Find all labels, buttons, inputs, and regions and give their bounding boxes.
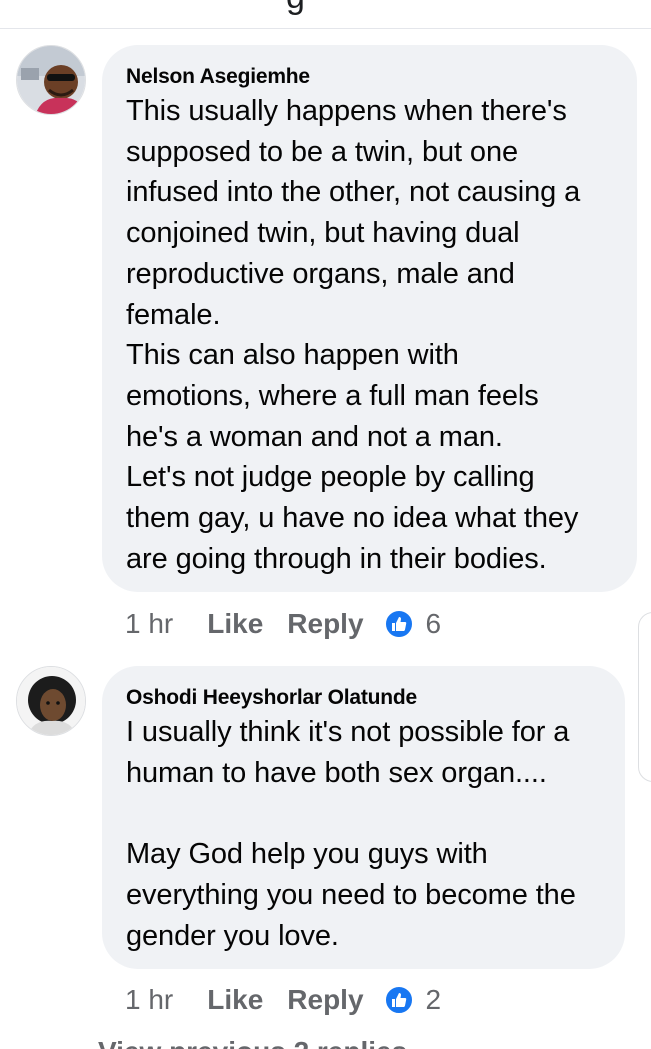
comment-line: supposed to be a twin, but one: [126, 135, 519, 168]
comment-line: reproductive organs, male and: [126, 257, 515, 290]
comment-line: May God help you guys with: [126, 838, 488, 871]
view-previous-replies-link[interactable]: View previous 2 replies: [98, 1036, 407, 1049]
comment-line: Let's not judge people by calling: [126, 461, 535, 494]
comment-timestamp[interactable]: 1 hr: [125, 984, 173, 1016]
side-panel-edge: [638, 612, 651, 782]
reply-button[interactable]: Reply: [287, 608, 363, 640]
reaction-count[interactable]: 2: [426, 984, 442, 1016]
comment-author[interactable]: Oshodi Heeyshorlar Olatunde: [126, 684, 601, 712]
comment-text: This usually happens when there's suppos…: [126, 91, 613, 579]
comment-line: emotions, where a full man feels: [126, 379, 539, 412]
avatar[interactable]: [16, 45, 86, 115]
like-thumb-icon[interactable]: [383, 985, 414, 1015]
comment-line: conjoined twin, but having dual: [126, 217, 520, 250]
avatar[interactable]: [16, 666, 86, 736]
comment-line: gender you love.: [126, 919, 339, 952]
avatar-photo-icon: [17, 667, 85, 735]
comment-text: I usually think it's not possible for a …: [126, 712, 601, 956]
comment-line: infused into the other, not causing a: [126, 176, 581, 209]
comment-timestamp[interactable]: 1 hr: [125, 608, 173, 640]
comment-actions: 1 hr Like Reply 6: [125, 604, 441, 644]
comment-actions: 1 hr Like Reply 2: [125, 980, 441, 1020]
avatar-photo-icon: [17, 46, 85, 114]
comment-bubble: Nelson Asegiemhe This usually happens wh…: [102, 45, 637, 592]
comment-line: are going through in their bodies.: [126, 542, 547, 575]
comment-line: This can also happen with: [126, 339, 459, 372]
comment-line: everything you need to become the: [126, 878, 576, 911]
comment-line: female.: [126, 298, 221, 331]
reply-button[interactable]: Reply: [287, 984, 363, 1016]
comment-author[interactable]: Nelson Asegiemhe: [126, 63, 613, 91]
comment-blank-line: [126, 793, 601, 834]
comment-line: he's a woman and not a man.: [126, 420, 503, 453]
comment-bubble: Oshodi Heeyshorlar Olatunde I usually th…: [102, 666, 625, 969]
clipped-header-text: g: [286, 0, 305, 17]
comment-line: This usually happens when there's: [126, 95, 567, 127]
comment-line: I usually think it's not possible for a: [126, 716, 570, 748]
comment-line: human to have both sex organ....: [126, 756, 547, 789]
comment-line: them gay, u have no idea what they: [126, 502, 579, 535]
like-button[interactable]: Like: [207, 608, 263, 640]
reaction-count[interactable]: 6: [426, 608, 442, 640]
top-divider: [0, 28, 651, 29]
like-button[interactable]: Like: [207, 984, 263, 1016]
like-thumb-icon[interactable]: [383, 609, 414, 639]
